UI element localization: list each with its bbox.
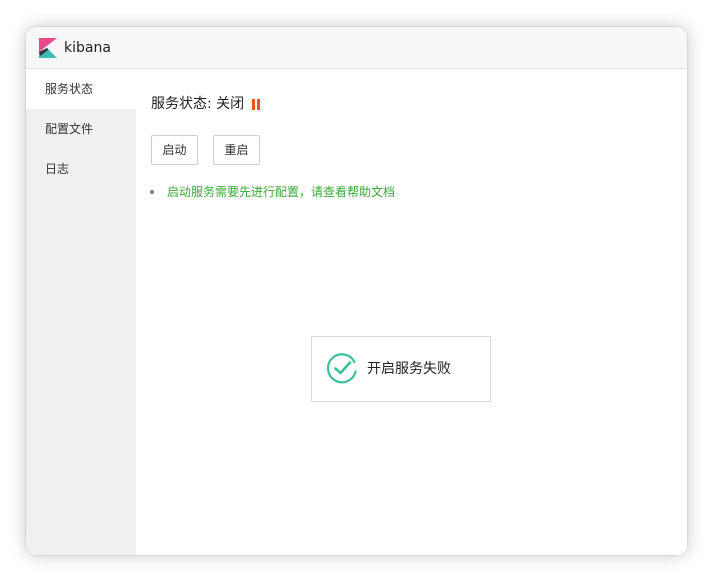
kibana-logo-icon: [39, 38, 57, 58]
service-status-label: 服务状态: 关闭: [151, 96, 245, 112]
config-hint-text: 启动服务需要先进行配置，请查看帮助文档: [167, 185, 396, 199]
main-content: 服务状态: 关闭 启动 重启 启动服务需要先进行配置，请查看帮助文档 开启服务失…: [136, 69, 687, 555]
pause-icon: [252, 99, 260, 110]
hint-bullet: [150, 190, 154, 194]
success-check-icon: [326, 353, 357, 384]
sidebar-item-config-file[interactable]: 配置文件: [26, 109, 136, 149]
restart-button[interactable]: 重启: [213, 135, 260, 165]
toast-text: 开启服务失败: [367, 361, 451, 377]
start-button[interactable]: 启动: [151, 135, 198, 165]
sidebar-item-service-status[interactable]: 服务状态: [26, 69, 136, 109]
sidebar: 服务状态 配置文件 日志: [26, 69, 136, 555]
sidebar-item-logs[interactable]: 日志: [26, 149, 136, 189]
app-title: kibana: [64, 40, 111, 56]
title-bar: kibana: [26, 27, 687, 69]
app-window: kibana 服务状态 配置文件 日志 服务状态: 关闭 启动 重启 启动服务需…: [26, 27, 687, 555]
toast-message: 开启服务失败: [311, 336, 491, 402]
